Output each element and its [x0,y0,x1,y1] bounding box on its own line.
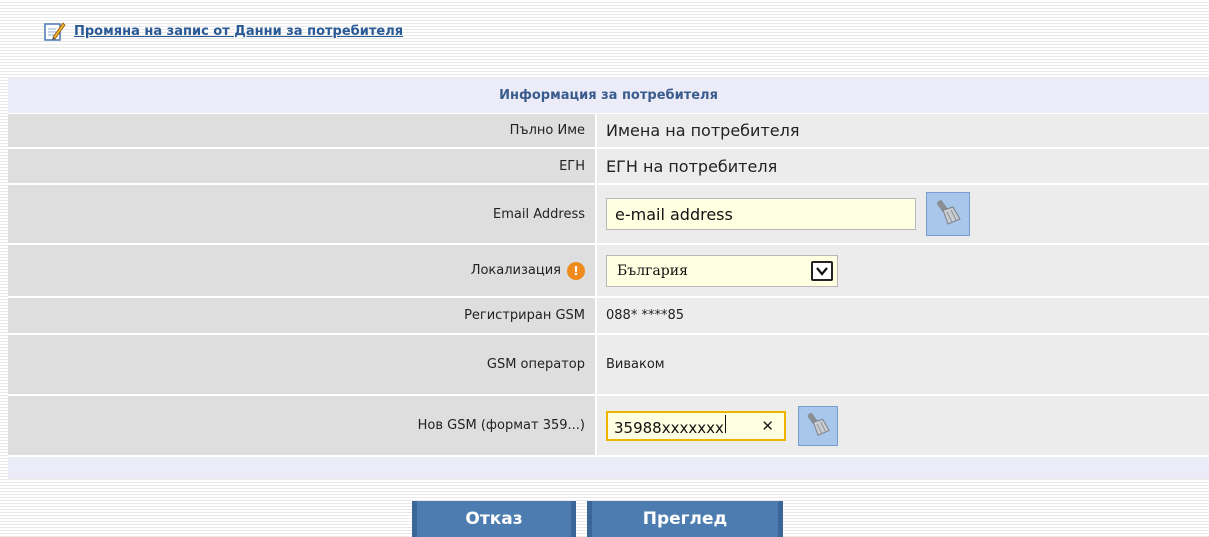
email-input[interactable]: e-mail address [606,198,916,230]
new-gsm-clear-button[interactable] [798,405,838,446]
full-name-label: Пълно Име [8,114,597,147]
broom-icon [933,197,963,231]
new-gsm-label: Нов GSM (формат 359...) [8,396,597,455]
text-caret [724,414,726,433]
row-new-gsm: Нов GSM (формат 359...) 35988xxxxxxx ✕ [8,396,1209,457]
row-registered-gsm: Регистриран GSM 088* ****85 [8,298,1209,335]
row-localization: Локализация ! България [8,245,1209,298]
egn-label: ЕГН [8,149,597,183]
localization-selected-value: България [617,262,688,279]
cancel-button[interactable]: Отказ [412,501,576,537]
email-label: Email Address [8,185,597,243]
localization-select[interactable]: България [606,254,838,287]
gsm-operator-value: Виваком [597,335,1209,394]
row-full-name: Пълно Име Имена на потребителя [8,114,1209,149]
row-email: Email Address e-mail address [8,185,1209,245]
new-gsm-input-value: 35988xxxxxxx [614,418,724,437]
localization-label: Локализация [470,263,561,278]
broom-icon [804,410,832,442]
edit-note-icon [44,20,66,42]
registered-gsm-label: Регистриран GSM [8,298,597,333]
close-icon[interactable]: ✕ [761,417,774,435]
user-info-panel: Информация за потребителя Пълно Име Имен… [8,77,1209,480]
egn-value: ЕГН на потребителя [597,149,1209,183]
full-name-value: Имена на потребителя [597,114,1209,147]
panel-footer [8,457,1209,478]
preview-button[interactable]: Преглед [587,501,783,537]
gsm-operator-label: GSM оператор [8,335,597,394]
row-egn: ЕГН ЕГН на потребителя [8,149,1209,185]
page-header: Промяна на запис от Данни за потребителя [44,19,403,43]
panel-title: Информация за потребителя [8,77,1209,114]
chevron-down-icon[interactable] [811,260,833,281]
warning-icon: ! [567,261,585,280]
email-clear-button[interactable] [926,192,970,236]
new-gsm-input[interactable]: 35988xxxxxxx ✕ [606,410,786,441]
edit-record-link[interactable]: Промяна на запис от Данни за потребителя [74,24,403,39]
row-gsm-operator: GSM оператор Виваком [8,335,1209,396]
registered-gsm-value: 088* ****85 [597,298,1209,333]
